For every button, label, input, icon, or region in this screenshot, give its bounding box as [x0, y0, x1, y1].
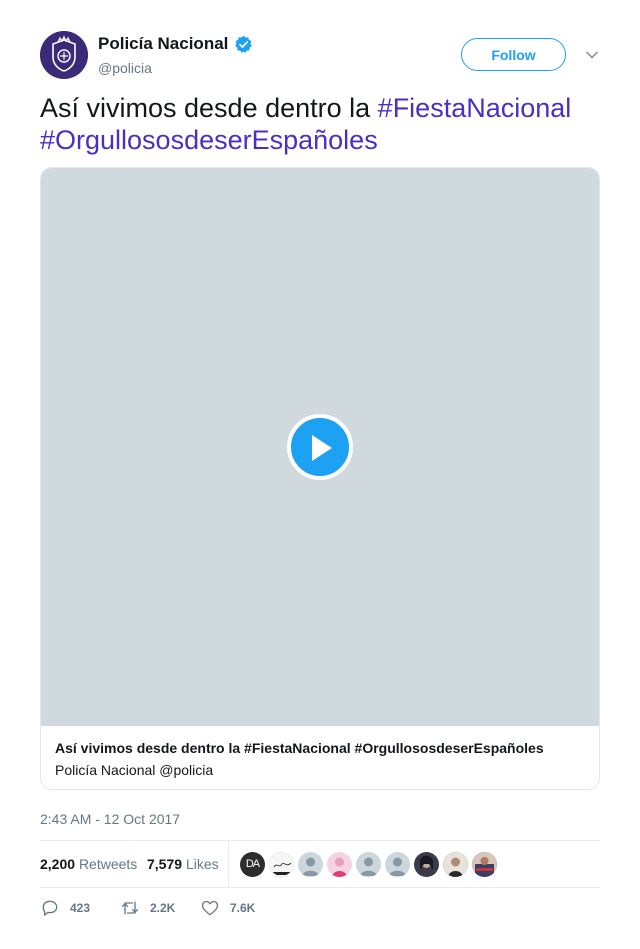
name-row: Policía Nacional — [98, 34, 253, 54]
likes-count: 7,579 — [147, 856, 183, 872]
liker-avatar[interactable] — [472, 852, 497, 877]
tweet-text-body: Así vivimos desde dentro la — [40, 93, 378, 123]
play-icon — [312, 435, 332, 461]
reply-action[interactable]: 423 — [40, 898, 90, 918]
hashtag-link[interactable]: #FiestaNacional — [378, 93, 572, 123]
verified-badge-icon — [234, 35, 253, 54]
tweet-timestamp[interactable]: 2:43 AM - 12 Oct 2017 — [40, 811, 180, 827]
liker-avatar[interactable]: DA — [240, 852, 265, 877]
chevron-down-icon[interactable] — [584, 47, 600, 63]
media-card-title[interactable]: Así vivimos desde dentro la #FiestaNacio… — [55, 740, 544, 756]
play-button[interactable] — [287, 414, 353, 480]
reply-count: 423 — [70, 901, 91, 915]
liker-avatar[interactable] — [298, 852, 323, 877]
account-handle[interactable]: @policia — [98, 60, 152, 76]
display-name[interactable]: Policía Nacional — [98, 34, 228, 54]
heart-icon — [201, 900, 219, 916]
liker-avatar[interactable] — [385, 852, 410, 877]
reply-icon — [42, 900, 58, 916]
tweet-text: Así vivimos desde dentro la #FiestaNacio… — [40, 92, 600, 156]
likers-avatars: DA — [240, 852, 501, 877]
retweet-count: 2.2K — [150, 901, 176, 915]
stats-row: 2,200 Retweets 7,579 Likes DA — [40, 840, 600, 888]
media-card-subtitle: Policía Nacional @policia — [55, 762, 214, 778]
liker-avatar[interactable] — [356, 852, 381, 877]
like-action[interactable]: 7.6K — [200, 898, 255, 918]
profile-avatar[interactable] — [40, 31, 88, 79]
liker-avatar[interactable] — [414, 852, 439, 877]
video-player[interactable] — [41, 168, 599, 726]
follow-button[interactable]: Follow — [461, 38, 566, 71]
likes-stat[interactable]: 7,579 Likes — [147, 856, 219, 872]
liker-avatar[interactable] — [327, 852, 352, 877]
retweets-label: Retweets — [78, 856, 138, 872]
likes-label: Likes — [185, 856, 219, 872]
retweet-icon — [121, 901, 139, 915]
hashtag-link[interactable]: #OrgullososdeserEspañoles — [40, 125, 378, 155]
tweet-header: Policía Nacional @policia Follow — [40, 31, 600, 79]
liker-avatar[interactable] — [269, 852, 294, 877]
like-count: 7.6K — [230, 901, 256, 915]
media-card[interactable]: Así vivimos desde dentro la #FiestaNacio… — [40, 167, 600, 790]
tweet-actions: 423 2.2K 7.6K — [40, 898, 600, 922]
liker-avatar[interactable] — [443, 852, 468, 877]
retweets-count: 2,200 — [40, 856, 76, 872]
stats-divider — [228, 841, 229, 887]
retweet-action[interactable]: 2.2K — [120, 898, 175, 918]
retweets-stat[interactable]: 2,200 Retweets — [40, 856, 137, 872]
